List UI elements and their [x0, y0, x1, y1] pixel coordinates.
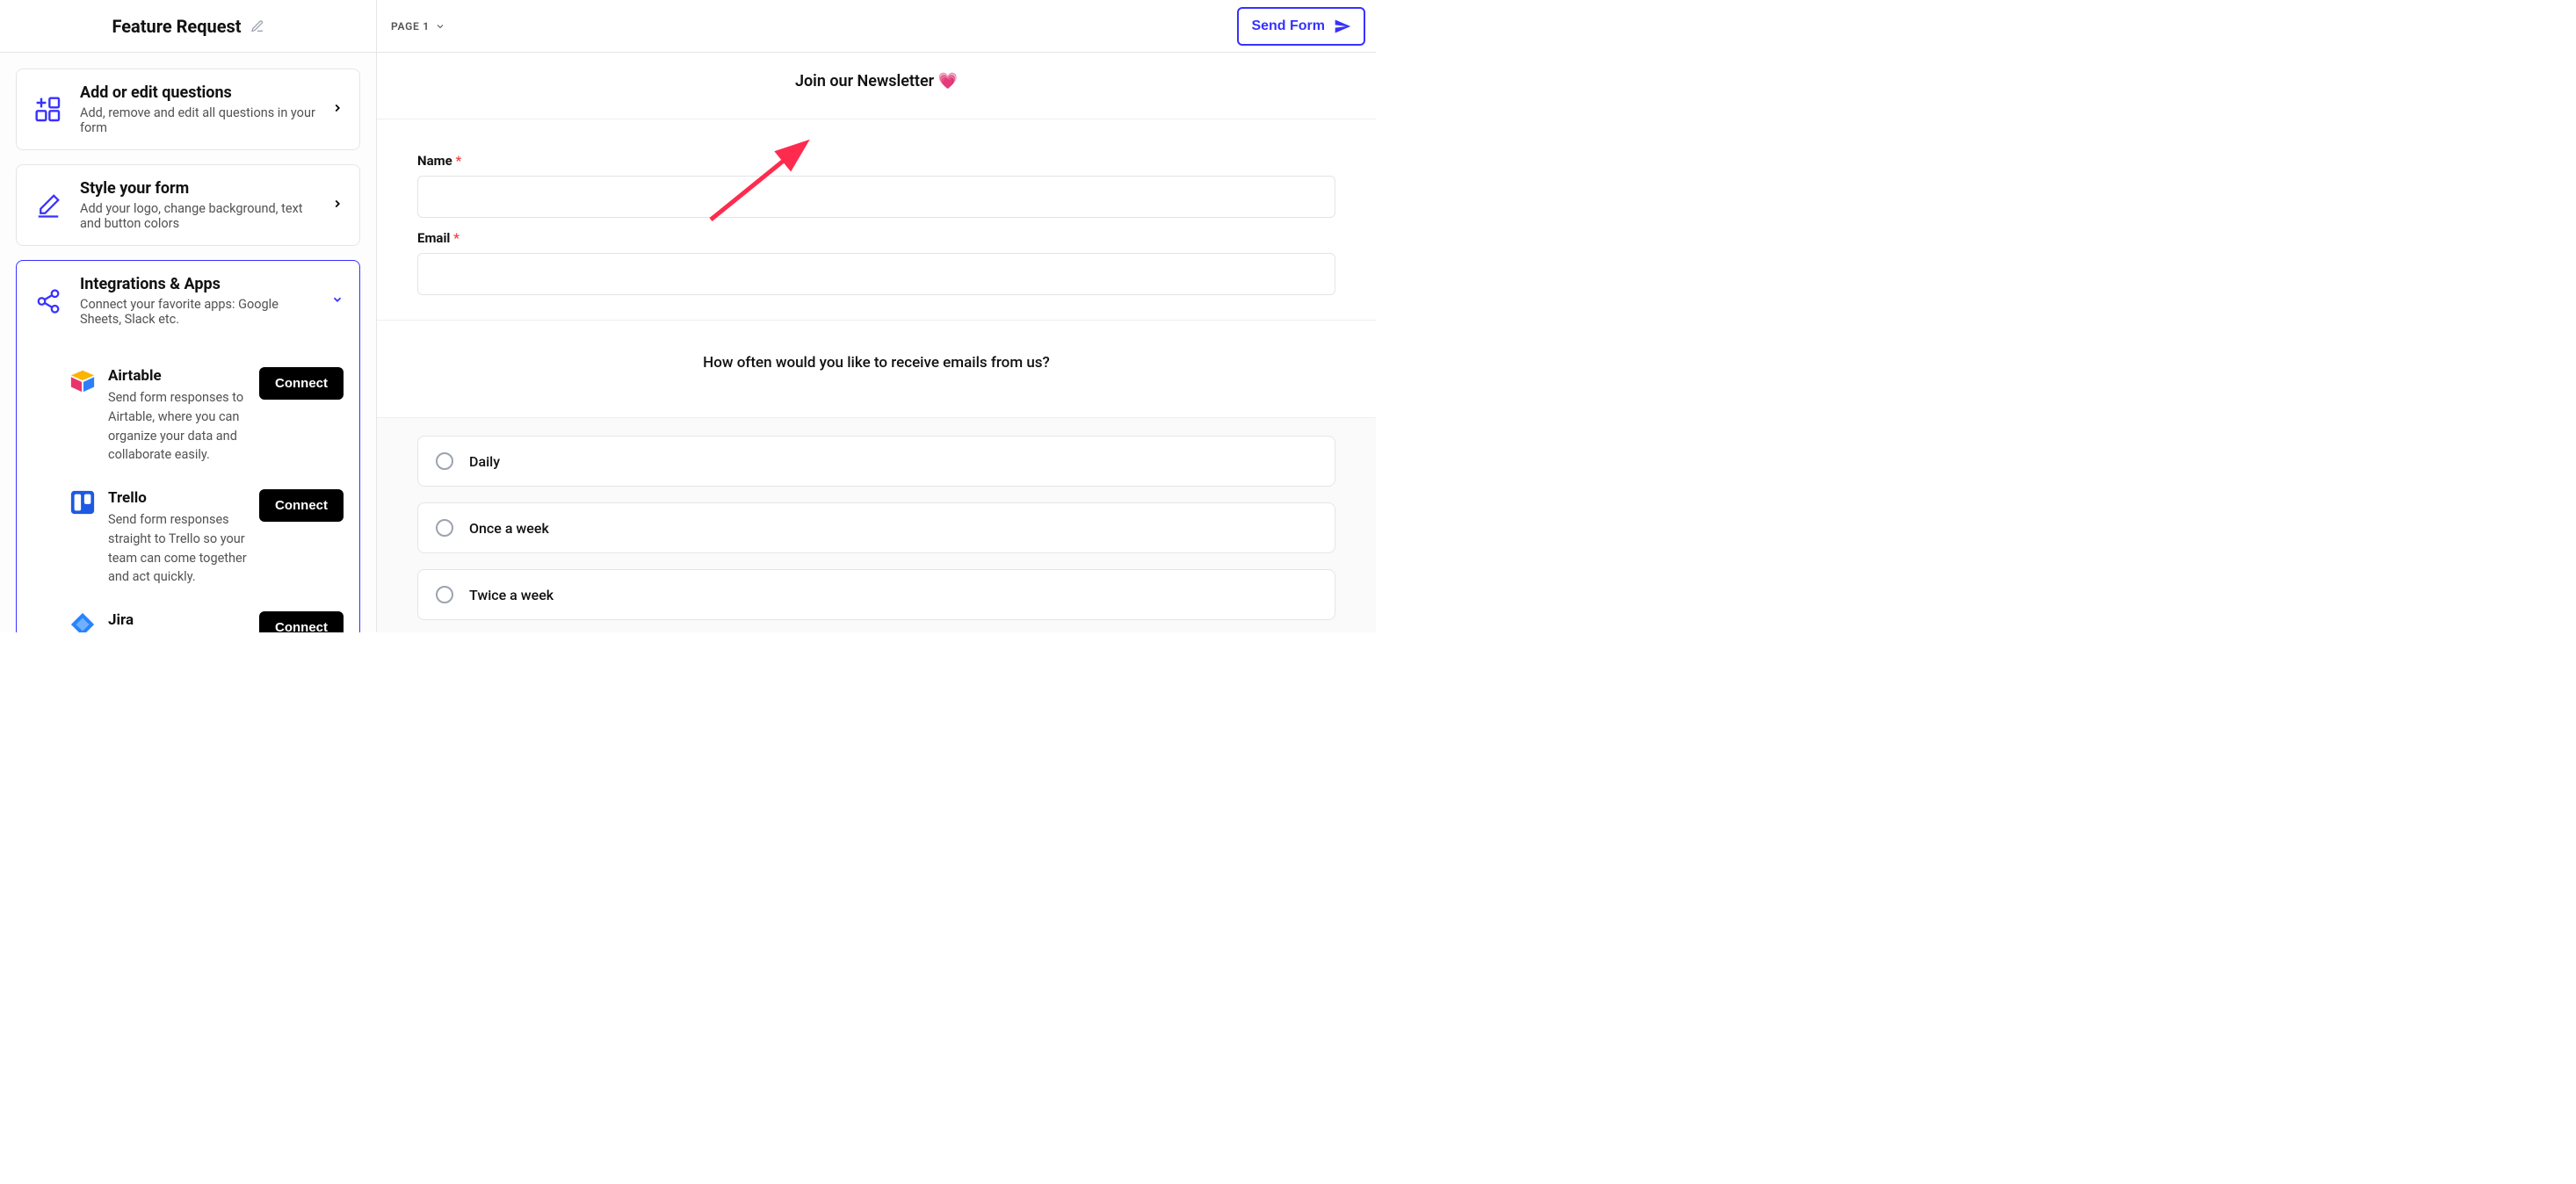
trello-icon — [69, 489, 96, 516]
card-integrations-header[interactable]: Integrations & Apps Connect your favorit… — [33, 275, 344, 327]
radio-icon — [436, 519, 453, 537]
option-daily[interactable]: Daily — [417, 436, 1335, 487]
integration-title: Airtable — [108, 367, 247, 385]
chevron-right-icon — [331, 197, 344, 213]
connect-button[interactable]: Connect — [259, 367, 344, 400]
card-subtitle: Connect your favorite apps: Google Sheet… — [80, 297, 315, 327]
integration-desc: Send form responses straight to Trello s… — [108, 510, 247, 587]
connect-button[interactable]: Connect — [259, 489, 344, 522]
option-label: Twice a week — [469, 587, 554, 603]
radio-icon — [436, 586, 453, 603]
radio-icon — [436, 452, 453, 470]
send-icon — [1334, 18, 1351, 35]
connect-button[interactable]: Connect — [259, 611, 344, 632]
card-subtitle: Add your logo, change background, text a… — [80, 201, 315, 231]
send-form-button[interactable]: Send Form — [1237, 7, 1365, 46]
required-star: * — [453, 230, 459, 246]
chevron-down-icon — [435, 21, 445, 32]
option-twice-week[interactable]: Twice a week — [417, 569, 1335, 620]
option-label: Daily — [469, 453, 500, 470]
preview-heading-1: Join our Newsletter 💗 — [377, 65, 1376, 94]
page-selector[interactable]: PAGE 1 — [391, 20, 445, 32]
option-label: Once a week — [469, 520, 549, 537]
share-nodes-icon — [33, 285, 64, 317]
preview-heading-2: How often would you like to receive emai… — [377, 333, 1376, 393]
email-label: Email * — [417, 230, 1335, 246]
card-subtitle: Add, remove and edit all questions in yo… — [80, 105, 315, 135]
integration-airtable: Airtable Send form responses to Airtable… — [69, 355, 344, 477]
card-edit-questions[interactable]: Add or edit questions Add, remove and ed… — [16, 69, 360, 150]
edit-title-icon[interactable] — [250, 19, 264, 33]
name-label: Name * — [417, 153, 1335, 169]
integration-trello: Trello Send form responses straight to T… — [69, 477, 344, 599]
integration-desc: Send form responses to Airtable, where y… — [108, 388, 247, 465]
integration-jira: Jira Automatically create new issue in y… — [69, 599, 344, 632]
jira-icon — [69, 611, 96, 632]
card-title: Add or edit questions — [80, 83, 315, 102]
integration-title: Jira — [108, 611, 247, 629]
required-star: * — [455, 153, 461, 169]
grid-plus-icon — [33, 94, 64, 126]
form-title-header: Feature Request — [0, 0, 376, 53]
form-title: Feature Request — [112, 16, 241, 37]
email-input[interactable] — [417, 253, 1335, 295]
option-once-week[interactable]: Once a week — [417, 502, 1335, 553]
pencil-icon — [33, 190, 64, 221]
card-style-form[interactable]: Style your form Add your logo, change ba… — [16, 164, 360, 246]
chevron-right-icon — [331, 101, 344, 118]
name-input[interactable] — [417, 176, 1335, 218]
send-form-label: Send Form — [1251, 18, 1325, 34]
integration-title: Trello — [108, 489, 247, 507]
chevron-down-icon — [331, 292, 344, 309]
card-title: Integrations & Apps — [80, 275, 315, 293]
airtable-icon — [69, 367, 96, 393]
card-title: Style your form — [80, 179, 315, 198]
page-label: PAGE 1 — [391, 20, 430, 32]
card-integrations: Integrations & Apps Connect your favorit… — [16, 260, 360, 632]
